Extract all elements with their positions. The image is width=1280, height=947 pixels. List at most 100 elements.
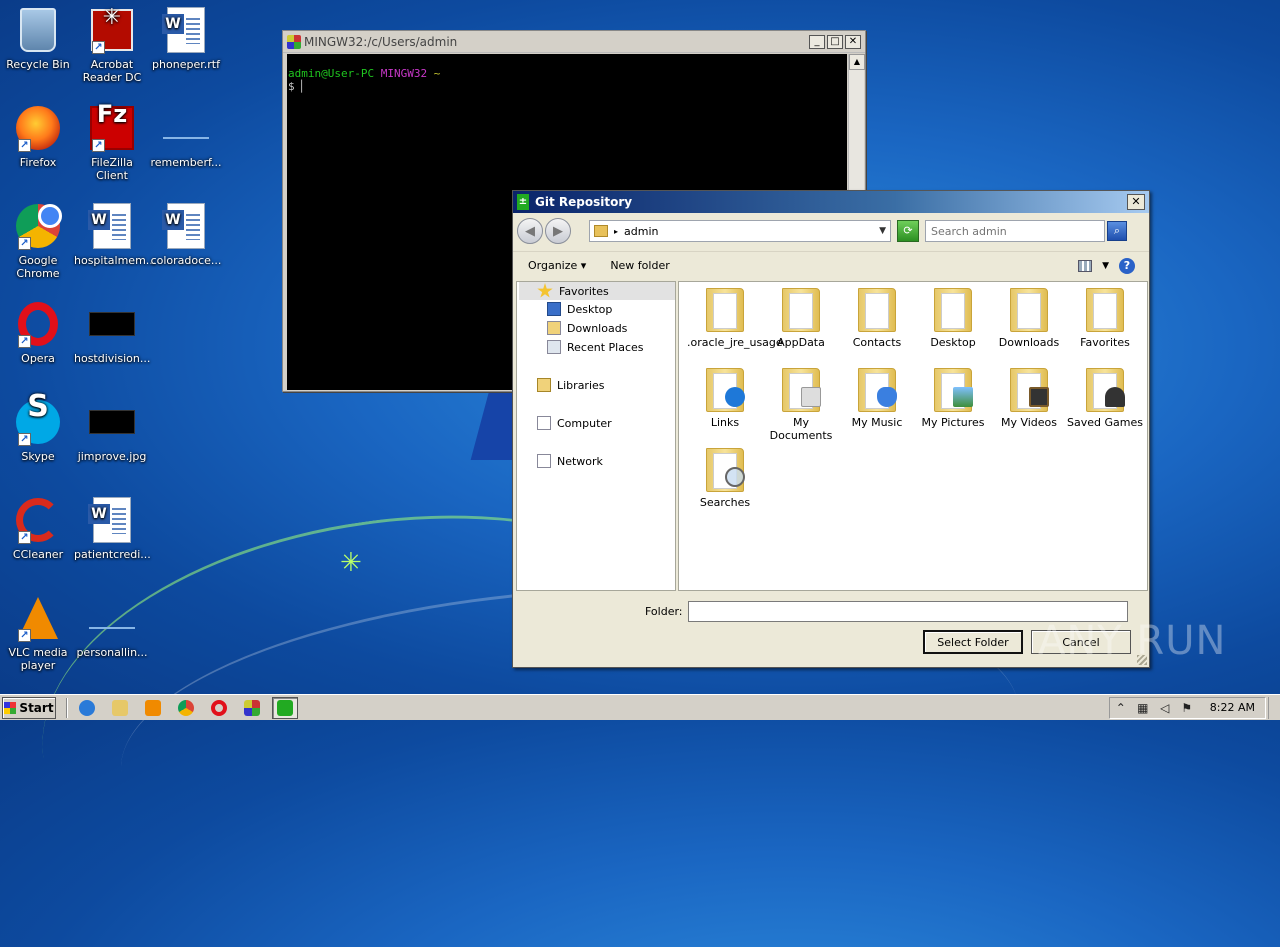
search-badge-icon xyxy=(725,467,745,487)
desktop-icon-patientcredi[interactable]: W patientcredi... xyxy=(74,496,151,561)
folder-item[interactable]: My Documents xyxy=(763,366,839,446)
desktop-icon-acrobat[interactable]: ✳ ↗ Acrobat Reader DC xyxy=(74,6,150,85)
desktop-icon-skype[interactable]: S ↗ Skype xyxy=(0,392,76,463)
back-button[interactable]: ◀ xyxy=(517,218,543,244)
volume-icon[interactable]: ◁ xyxy=(1158,701,1172,715)
recent-places-icon xyxy=(547,340,561,354)
taskbar-git-gui[interactable] xyxy=(272,696,298,719)
show-desktop-button[interactable] xyxy=(1268,696,1280,719)
folder-item-label: Searches xyxy=(699,496,751,509)
taskbar-chrome[interactable] xyxy=(173,697,199,719)
new-folder-button[interactable]: New folder xyxy=(610,259,669,272)
desktop-icon-opera[interactable]: ↗ Opera xyxy=(0,300,76,365)
file-icon xyxy=(88,594,136,642)
folder-item[interactable]: My Pictures xyxy=(915,366,991,446)
folder-grid: .oracle_jre_usage AppData Contacts Desktop D… xyxy=(687,286,1143,526)
nav-libraries[interactable]: Libraries xyxy=(537,376,605,394)
folder-icon xyxy=(1010,368,1049,412)
search-icon[interactable]: ⌕ xyxy=(1107,221,1127,241)
folder-item[interactable]: AppData xyxy=(763,286,839,366)
taskbar-explorer[interactable] xyxy=(107,697,133,719)
action-center-flag-icon[interactable]: ⚑ xyxy=(1180,701,1194,715)
folder-item[interactable]: Saved Games xyxy=(1067,366,1143,446)
dialog-titlebar[interactable]: ± Git Repository ✕ xyxy=(513,191,1149,213)
folder-item[interactable]: My Music xyxy=(839,366,915,446)
folder-item-label: Saved Games xyxy=(1067,416,1143,429)
chevron-down-icon[interactable]: ▼ xyxy=(879,226,886,236)
nav-network[interactable]: Network xyxy=(537,452,603,470)
select-folder-button[interactable]: Select Folder xyxy=(923,630,1023,654)
desktop-icon-ccleaner[interactable]: ↗ CCleaner xyxy=(0,496,76,561)
prompt-symbol: $ xyxy=(288,80,295,93)
desktop-icon-hospitalmem[interactable]: W hospitalmem... xyxy=(74,202,156,267)
folder-item[interactable]: Favorites xyxy=(1067,286,1143,366)
folder-item[interactable]: .oracle_jre_usage xyxy=(687,286,783,366)
desktop-icon-recycle-bin[interactable]: Recycle Bin xyxy=(0,6,76,71)
desktop-icon-label: rememberf... xyxy=(150,156,222,169)
taskbar-opera[interactable] xyxy=(206,697,232,719)
folder-item[interactable]: Contacts xyxy=(839,286,915,366)
start-button[interactable]: Start xyxy=(2,696,56,719)
change-view-icon[interactable] xyxy=(1078,259,1093,272)
desktop-icon-vlc[interactable]: ↗ VLC media player xyxy=(0,594,76,672)
desktop-icon-personallin[interactable]: personallin... xyxy=(74,594,150,659)
address-bar[interactable]: ▸ admin ▼ xyxy=(589,220,891,242)
network-tray-icon[interactable]: ▦ xyxy=(1136,701,1150,715)
desktop-icon-jimprove[interactable]: jimprove.jpg xyxy=(74,398,150,463)
mingw-icon xyxy=(287,34,301,49)
folder-item[interactable]: Searches xyxy=(687,446,763,526)
desktop-icon-label: Recycle Bin xyxy=(6,58,70,71)
docs-badge-icon xyxy=(801,387,821,407)
desktop-icon-phoneper[interactable]: W phoneper.rtf xyxy=(148,6,224,71)
minimize-button[interactable]: _ xyxy=(809,34,825,49)
desktop-icon-firefox[interactable]: ↗ Firefox xyxy=(0,104,76,169)
search-input[interactable] xyxy=(925,220,1105,242)
folder-label: Folder: xyxy=(645,604,683,618)
nav-recent-places[interactable]: Recent Places xyxy=(547,338,644,356)
desktop-icon-chrome[interactable]: ↗ Google Chrome xyxy=(0,202,76,280)
desktop-icon-hostdivision[interactable]: hostdivision... xyxy=(74,300,150,365)
folder-item[interactable]: Downloads xyxy=(991,286,1067,366)
desktop-icon-label: hostdivision... xyxy=(74,352,151,365)
folder-item[interactable]: Links xyxy=(687,366,763,446)
file-list-pane[interactable]: .oracle_jre_usage AppData Contacts Desktop D… xyxy=(678,281,1148,591)
scroll-up-arrow-icon[interactable]: ▲ xyxy=(849,54,865,70)
desktop-icon-label: Skype xyxy=(21,450,55,463)
organize-button[interactable]: Organize ▾ xyxy=(528,259,586,272)
folder-item-label: Favorites xyxy=(1080,336,1130,349)
folder-icon xyxy=(1086,288,1124,332)
nav-computer[interactable]: Computer xyxy=(537,414,612,432)
git-repository-dialog[interactable]: ± Git Repository ✕ ◀ ▶ ▸ admin ▼ ⟳ ⌕ Org… xyxy=(512,190,1150,668)
nav-desktop[interactable]: Desktop xyxy=(547,300,612,318)
taskbar: Start ⌃ ▦ ◁ ⚑ 8:22 AM xyxy=(0,694,1280,720)
clock[interactable]: 8:22 AM xyxy=(1210,701,1255,714)
downloads-icon xyxy=(547,321,561,335)
breadcrumb-arrow-icon[interactable]: ▸ xyxy=(614,227,618,236)
forward-button[interactable]: ▶ xyxy=(545,218,571,244)
libraries-icon xyxy=(537,378,551,392)
view-options-chevron-icon[interactable]: ▼ xyxy=(1102,261,1109,271)
taskbar-internet-explorer[interactable] xyxy=(74,697,100,719)
help-icon[interactable]: ? xyxy=(1119,257,1135,274)
desktop-icon-coloradoce[interactable]: W coloradoce... xyxy=(148,202,224,267)
show-hidden-icons-icon[interactable]: ⌃ xyxy=(1114,701,1128,715)
folder-item[interactable]: Desktop xyxy=(915,286,991,366)
maximize-button[interactable]: □ xyxy=(827,34,843,49)
user-folder-icon xyxy=(594,225,608,237)
command-bar: Organize ▾ New folder ▼ ? xyxy=(513,251,1149,279)
close-button[interactable]: ✕ xyxy=(845,34,861,49)
dialog-close-button[interactable]: ✕ xyxy=(1127,194,1145,210)
taskbar-media-player[interactable] xyxy=(140,697,166,719)
folder-item[interactable]: My Videos xyxy=(991,366,1067,446)
nav-favorites[interactable]: Favorites xyxy=(519,282,675,300)
chrome-icon xyxy=(178,699,194,716)
desktop-icon-filezilla[interactable]: Fz ↗ FileZilla Client xyxy=(74,102,150,182)
nav-downloads[interactable]: Downloads xyxy=(547,319,627,337)
taskbar-mingw[interactable] xyxy=(239,697,265,719)
wallpaper-leaf: ✳ xyxy=(340,548,362,578)
desktop-icon-rememberf[interactable]: rememberf... xyxy=(148,104,224,169)
image-file-icon xyxy=(88,300,136,348)
terminal-titlebar[interactable]: MINGW32:/c/Users/admin _ □ ✕ xyxy=(283,31,865,53)
refresh-icon[interactable]: ⟳ xyxy=(897,220,919,242)
word-doc-icon: W xyxy=(162,6,210,54)
